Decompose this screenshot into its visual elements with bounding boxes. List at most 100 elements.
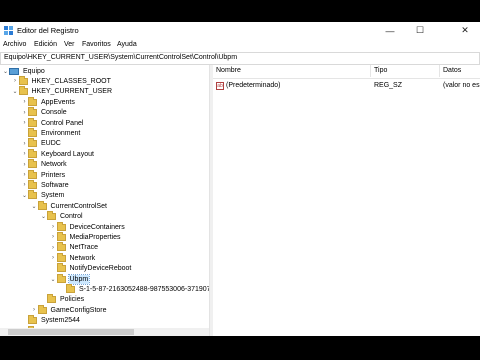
tree-item-label: Ubpm <box>67 273 91 285</box>
chevron-down-icon[interactable]: ⌄ <box>31 201 38 211</box>
folder-icon <box>56 231 66 241</box>
folder-icon <box>28 315 37 325</box>
tree-item[interactable]: › Console <box>21 107 68 118</box>
menu-ver[interactable]: Ver <box>64 41 75 48</box>
chevron-down-icon[interactable]: ⌄ <box>50 274 57 284</box>
tree-item[interactable]: ⌄ Control <box>40 211 84 222</box>
address-path: Equipo\HKEY_CURRENT_USER\System\CurrentC… <box>4 54 238 61</box>
menu-archivo[interactable]: Archivo <box>3 41 26 48</box>
computer-icon <box>9 67 19 75</box>
tree-item-label: Printers <box>41 171 66 179</box>
menu-favoritos[interactable]: Favoritos <box>82 41 111 48</box>
chevron-down-icon[interactable]: ⌄ <box>12 87 19 97</box>
tree-item[interactable]: › Network <box>21 159 68 170</box>
tree-item[interactable]: ⌄ System <box>21 190 65 201</box>
registry-editor-icon <box>4 26 13 35</box>
tree-item[interactable]: ⌄ CurrentControlSet <box>31 200 108 211</box>
tree-item-label: HKEY_CLASSES_ROOT <box>31 77 111 85</box>
values-list[interactable]: Nombre Tipo Datos ab (Predeterminado) RE… <box>213 65 480 336</box>
tree-item[interactable]: › HKEY_CLASSES_ROOT <box>12 75 112 86</box>
column-header-datos[interactable]: Datos <box>440 65 480 77</box>
chevron-right-icon[interactable]: › <box>50 243 57 253</box>
maximize-button[interactable]: ☐ <box>405 22 435 39</box>
chevron-right-icon[interactable]: › <box>31 305 38 315</box>
tree-item-label: EUDC <box>41 140 61 148</box>
tree-item[interactable]: › Printers <box>21 169 66 180</box>
chevron-right-icon[interactable]: › <box>21 160 28 170</box>
scrollbar-thumb[interactable] <box>8 329 134 335</box>
tree-item[interactable]: ⌄ Equipo <box>2 66 46 76</box>
tree-item[interactable]: Policies <box>40 294 85 305</box>
window-title: Editor del Registro <box>17 26 79 35</box>
chevron-right-icon[interactable]: › <box>21 149 28 159</box>
tree-item[interactable]: › GameConfigStore <box>31 304 108 315</box>
tree-item-label: Console <box>41 109 67 117</box>
list-item[interactable]: ab (Predeterminado) REG_SZ (valor no es <box>213 81 480 91</box>
tree-item[interactable]: › AppEvents <box>21 96 76 107</box>
tree-item[interactable]: › NetTrace <box>50 242 100 253</box>
chevron-right-icon[interactable]: › <box>21 170 28 180</box>
tree-item[interactable]: ⌄ Ubpm <box>50 273 91 285</box>
tree-item-label: NetTrace <box>69 244 99 252</box>
tree-item[interactable]: › MediaProperties <box>50 231 122 242</box>
folder-icon <box>56 221 66 231</box>
column-header-tipo[interactable]: Tipo <box>371 65 440 77</box>
folder-icon <box>56 242 66 252</box>
chevron-right-icon[interactable]: › <box>50 253 57 263</box>
close-button[interactable]: ✕ <box>450 22 480 39</box>
chevron-right-icon[interactable]: › <box>50 222 57 232</box>
tree-item-label: CurrentControlSet <box>50 202 107 210</box>
tree-item-label: AppEvents <box>41 98 75 106</box>
tree-item[interactable]: S-1-5-87-2163052488-987553006-371907 <box>59 283 209 294</box>
folder-icon <box>28 138 37 148</box>
chevron-right-icon[interactable]: › <box>21 139 28 149</box>
string-value-icon: ab <box>216 82 224 90</box>
minimize-button[interactable]: — <box>375 22 405 39</box>
column-header-nombre[interactable]: Nombre <box>213 65 371 77</box>
tree-item[interactable]: Environment <box>21 127 81 138</box>
tree-item[interactable]: › Software <box>21 179 70 190</box>
list-header: Nombre Tipo Datos <box>213 65 480 79</box>
title-bar[interactable]: Editor del Registro — ☐ ✕ <box>0 22 480 39</box>
tree-item[interactable]: NotifyDeviceReboot <box>50 263 133 274</box>
chevron-right-icon[interactable]: › <box>21 180 28 190</box>
folder-icon <box>28 169 37 179</box>
registry-tree[interactable]: ⌄ Equipo › HKEY_CLASSES_ROOT ⌄ HKEY_CURRENT_U… <box>0 65 209 336</box>
tree-horizontal-scrollbar[interactable] <box>0 328 209 336</box>
tree-item-label: Network <box>41 161 67 169</box>
chevron-down-icon[interactable]: ⌄ <box>2 66 9 76</box>
tree-item[interactable]: › Control Panel <box>21 117 84 128</box>
chevron-down-icon[interactable]: ⌄ <box>21 191 28 201</box>
tree-item-label: System2544 <box>41 317 80 325</box>
folder-icon <box>28 190 37 200</box>
tree-item[interactable]: › Network <box>50 252 97 263</box>
folder-icon <box>28 117 37 127</box>
tree-item[interactable]: › EUDC <box>21 138 62 149</box>
tree-item-label: S-1-5-87-2163052488-987553006-371907 <box>79 285 209 293</box>
chevron-right-icon[interactable]: › <box>50 232 57 242</box>
chevron-right-icon[interactable]: › <box>21 97 28 107</box>
menu-edicion[interactable]: Edición <box>34 41 57 48</box>
tree-item[interactable]: ⌄ HKEY_CURRENT_USER <box>12 86 114 97</box>
tree-item[interactable]: › DeviceContainers <box>50 221 126 232</box>
folder-icon <box>28 159 37 169</box>
tree-item-label: Keyboard Layout <box>41 150 94 158</box>
tree-item-label: Policies <box>60 296 85 304</box>
tree-item-label: System <box>41 192 65 200</box>
tree-item[interactable]: › Keyboard Layout <box>21 148 95 159</box>
chevron-right-icon[interactable]: › <box>21 118 28 128</box>
tree-item-label: Control Panel <box>41 119 84 127</box>
tree-item[interactable]: System2544 <box>21 315 81 326</box>
address-bar[interactable]: Equipo\HKEY_CURRENT_USER\System\CurrentC… <box>0 52 480 65</box>
menu-ayuda[interactable]: Ayuda <box>117 41 137 48</box>
chevron-right-icon[interactable]: › <box>21 108 28 118</box>
chevron-right-icon[interactable]: › <box>12 76 19 86</box>
tree-item-label: Software <box>41 181 69 189</box>
chevron-down-icon[interactable]: ⌄ <box>40 212 47 222</box>
folder-icon <box>37 200 47 210</box>
folder-icon <box>28 127 37 137</box>
